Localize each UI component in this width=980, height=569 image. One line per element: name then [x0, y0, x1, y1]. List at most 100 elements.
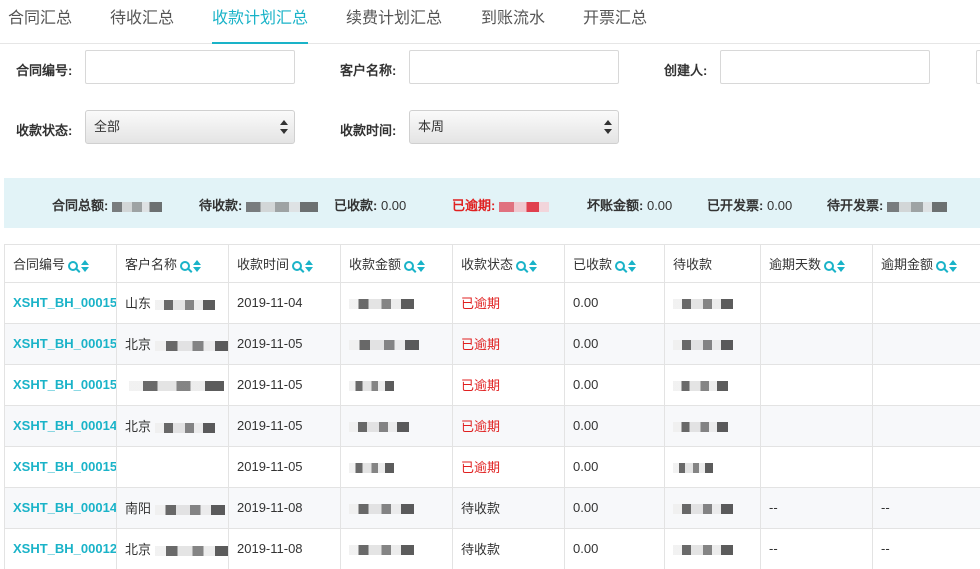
col-header-collection-status[interactable]: 收款状态 — [452, 245, 565, 283]
search-icon[interactable] — [824, 261, 835, 272]
cell-overdue-days: -- — [760, 486, 873, 529]
sort-icon[interactable] — [949, 260, 958, 273]
collection-amount-redacted — [349, 503, 414, 514]
summary-overdue: 已逾期: — [452, 195, 549, 214]
collection-plan-table: 合同编号 客户名称 收款时间 收款金额 收款状态 已收款 待收款 逾期天数 逾期… — [4, 244, 980, 569]
cell-collection-amount — [340, 404, 453, 447]
cell-customer-name — [116, 363, 229, 406]
customer-name-label: 客户名称: — [340, 63, 397, 78]
sort-icon[interactable] — [81, 260, 90, 273]
extra-filter-input[interactable] — [976, 50, 980, 84]
contract-no-label: 合同编号: — [16, 63, 73, 78]
tab-bar: 合同汇总 待收汇总 收款计划汇总 续费计划汇总 到账流水 开票汇总 — [0, 0, 980, 44]
sort-icon[interactable] — [628, 260, 637, 273]
search-icon[interactable] — [615, 261, 626, 272]
tab-contract-summary[interactable]: 合同汇总 — [8, 0, 72, 44]
cell-overdue-days — [760, 363, 873, 406]
table-row[interactable]: XSHT_BH_00014 南阳 2019-11-08 待收款 0.00 -- -- — [4, 486, 980, 529]
customer-name-redacted — [129, 380, 224, 391]
collection-amount-redacted — [349, 544, 414, 555]
search-icon[interactable] — [516, 261, 527, 272]
tab-receivable-summary[interactable]: 待收汇总 — [110, 0, 174, 44]
table-header-row: 合同编号 客户名称 收款时间 收款金额 收款状态 已收款 待收款 逾期天数 逾期… — [4, 245, 980, 283]
search-icon[interactable] — [292, 261, 303, 272]
tab-arrival-flow[interactable]: 到账流水 — [481, 0, 545, 44]
summary-invoiced-label: 已开发票: — [707, 198, 764, 213]
pending-amount-redacted — [673, 339, 733, 350]
cell-overdue-amount: -- — [872, 486, 980, 529]
table-row[interactable]: XSHT_BH_00015 2019-11-05 已逾期 0.00 — [4, 445, 980, 488]
contract-no-link[interactable]: XSHT_BH_00014 — [13, 418, 116, 433]
sort-icon[interactable] — [305, 260, 314, 273]
customer-name-redacted — [155, 340, 228, 351]
cell-contract-no[interactable]: XSHT_BH_00014 — [4, 486, 117, 529]
customer-name-text: 北京 — [125, 419, 152, 434]
col-header-overdue-amount[interactable]: 逾期金额 — [872, 245, 980, 283]
contract-no-link[interactable]: XSHT_BH_00012 — [13, 541, 116, 556]
customer-name-text: 山东 — [125, 296, 152, 311]
search-icon[interactable] — [180, 261, 191, 272]
summary-bad-debt-label: 坏账金额: — [587, 198, 644, 213]
summary-overdue-label: 已逾期: — [452, 198, 496, 213]
cell-collection-amount — [340, 445, 453, 488]
table-row[interactable]: XSHT_BH_00012 北京 2019-11-08 待收款 0.00 -- -- — [4, 527, 980, 569]
search-icon[interactable] — [936, 261, 947, 272]
cell-collection-status: 待收款 — [452, 486, 565, 529]
cell-collection-amount — [340, 322, 453, 365]
contract-no-link[interactable]: XSHT_BH_00015 — [13, 377, 116, 392]
cell-overdue-days — [760, 404, 873, 447]
creator-input[interactable] — [720, 50, 930, 84]
contract-no-link[interactable]: XSHT_BH_00015 — [13, 459, 116, 474]
contract-no-link[interactable]: XSHT_BH_00015 — [13, 336, 116, 351]
col-header-collection-amount[interactable]: 收款金额 — [340, 245, 453, 283]
pending-amount-redacted — [673, 380, 728, 391]
col-header-contract-no[interactable]: 合同编号 — [4, 245, 117, 283]
col-header-overdue-days[interactable]: 逾期天数 — [760, 245, 873, 283]
col-header-pending: 待收款 — [664, 245, 761, 283]
sort-icon[interactable] — [837, 260, 846, 273]
sort-icon[interactable] — [193, 260, 202, 273]
col-header-received[interactable]: 已收款 — [564, 245, 665, 283]
cell-customer-name: 北京 — [116, 322, 229, 365]
cell-customer-name: 山东 — [116, 281, 229, 324]
cell-contract-no[interactable]: XSHT_BH_00012 — [4, 527, 117, 569]
search-icon[interactable] — [404, 261, 415, 272]
table-row[interactable]: XSHT_BH_00015 2019-11-05 已逾期 0.00 — [4, 363, 980, 406]
contract-no-input[interactable] — [85, 50, 295, 84]
cell-contract-no[interactable]: XSHT_BH_00015 — [4, 363, 117, 406]
cell-customer-name — [116, 445, 229, 488]
col-header-customer-name[interactable]: 客户名称 — [116, 245, 229, 283]
collection-status-text: 已逾期 — [461, 460, 501, 475]
collection-status-text: 待收款 — [461, 542, 501, 557]
summary-invoiced: 已开发票: 0.00 — [707, 195, 792, 214]
table-row[interactable]: XSHT_BH_00015 北京 2019-11-05 已逾期 0.00 — [4, 322, 980, 365]
cell-collection-time: 2019-11-05 — [228, 445, 341, 488]
cell-collection-amount — [340, 527, 453, 569]
search-icon[interactable] — [68, 261, 79, 272]
collection-amount-redacted — [349, 298, 414, 309]
collection-time-select[interactable]: 本周 — [409, 110, 619, 144]
cell-contract-no[interactable]: XSHT_BH_00015 — [4, 281, 117, 324]
table-row[interactable]: XSHT_BH_00015 山东 2019-11-04 已逾期 0.00 — [4, 281, 980, 324]
cell-customer-name: 北京 — [116, 404, 229, 447]
cell-received: 0.00 — [564, 404, 665, 447]
tab-collection-plan-summary[interactable]: 收款计划汇总 — [212, 0, 309, 44]
contract-no-link[interactable]: XSHT_BH_00014 — [13, 500, 116, 515]
select-arrows-icon — [604, 120, 612, 134]
customer-name-input[interactable] — [409, 50, 619, 84]
sort-icon[interactable] — [529, 260, 538, 273]
summary-pending-label: 待收款: — [199, 198, 243, 213]
tab-invoice-summary[interactable]: 开票汇总 — [583, 0, 647, 44]
cell-overdue-amount — [872, 404, 980, 447]
sort-icon[interactable] — [417, 260, 426, 273]
tab-renewal-plan-summary[interactable]: 续费计划汇总 — [346, 0, 442, 44]
cell-contract-no[interactable]: XSHT_BH_00015 — [4, 445, 117, 488]
contract-no-link[interactable]: XSHT_BH_00015 — [13, 295, 116, 310]
cell-contract-no[interactable]: XSHT_BH_00014 — [4, 404, 117, 447]
cell-pending — [664, 527, 761, 569]
creator-label: 创建人: — [664, 63, 708, 78]
col-header-collection-time[interactable]: 收款时间 — [228, 245, 341, 283]
table-row[interactable]: XSHT_BH_00014 北京 2019-11-05 已逾期 0.00 — [4, 404, 980, 447]
collection-status-select[interactable]: 全部 — [85, 110, 295, 144]
cell-contract-no[interactable]: XSHT_BH_00015 — [4, 322, 117, 365]
